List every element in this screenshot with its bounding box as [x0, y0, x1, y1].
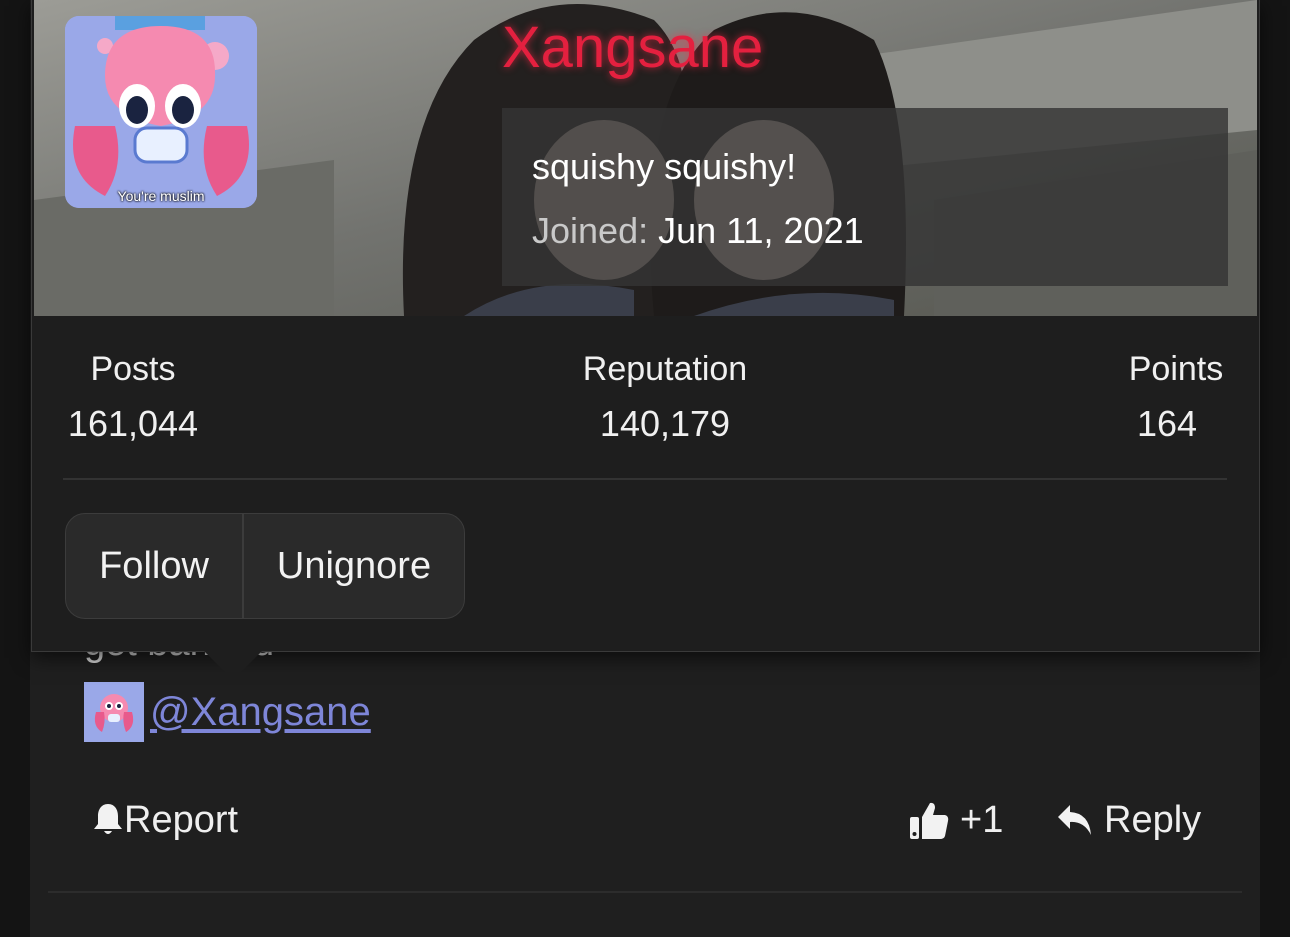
post-divider — [48, 891, 1242, 893]
avatar-caption: You're muslim — [117, 188, 205, 204]
avatar-image — [65, 16, 257, 208]
mention-avatar — [84, 682, 144, 742]
stat-posts[interactable]: Posts 161,044 — [62, 350, 204, 445]
joined-date: Joined: Jun 11, 2021 — [532, 210, 864, 252]
like-count: +1 — [960, 798, 1004, 841]
bell-icon — [94, 804, 122, 834]
post-actions: Report +1 Reply — [48, 790, 1242, 850]
user-tooltip-card: You're muslim Xangsane squishy squishy! … — [31, 0, 1260, 652]
report-button[interactable]: Report — [92, 790, 238, 850]
reply-label: Reply — [1104, 798, 1202, 841]
card-divider — [63, 478, 1227, 480]
profile-banner: You're muslim Xangsane squishy squishy! … — [34, 0, 1257, 316]
stat-points[interactable]: Points 164 — [1126, 350, 1226, 445]
tooltip-arrow — [203, 650, 263, 680]
user-stats: Posts 161,044 Reputation 140,179 Points … — [32, 316, 1259, 481]
joined-value: Jun 11, 2021 — [658, 210, 864, 251]
stat-value: 164 — [1136, 403, 1198, 444]
stat-label: Posts — [90, 350, 176, 388]
reply-button[interactable]: Reply — [1056, 790, 1201, 850]
reply-arrow-icon — [1058, 805, 1091, 835]
unignore-button[interactable]: Unignore — [244, 514, 464, 618]
report-label: Report — [124, 798, 239, 841]
joined-label: Joined: — [532, 210, 649, 251]
like-button[interactable]: +1 — [908, 790, 1003, 850]
stat-reputation[interactable]: Reputation 140,179 — [572, 350, 758, 445]
stat-label: Points — [1128, 350, 1224, 388]
mention-link[interactable]: @Xangsane — [150, 690, 371, 735]
username[interactable]: Xangsane — [502, 14, 763, 81]
thumbs-up-icon — [910, 802, 949, 839]
follow-button[interactable]: Follow — [66, 514, 244, 618]
user-title: squishy squishy! — [532, 146, 797, 187]
user-avatar[interactable]: You're muslim — [65, 16, 257, 208]
stat-value: 140,179 — [599, 403, 731, 444]
user-action-buttons: Follow Unignore — [65, 513, 465, 619]
user-info-box: squishy squishy! Joined: Jun 11, 2021 — [502, 108, 1228, 286]
user-mention[interactable]: @Xangsane — [84, 682, 371, 742]
stat-label: Reputation — [582, 350, 748, 388]
stat-value: 161,044 — [67, 403, 199, 444]
